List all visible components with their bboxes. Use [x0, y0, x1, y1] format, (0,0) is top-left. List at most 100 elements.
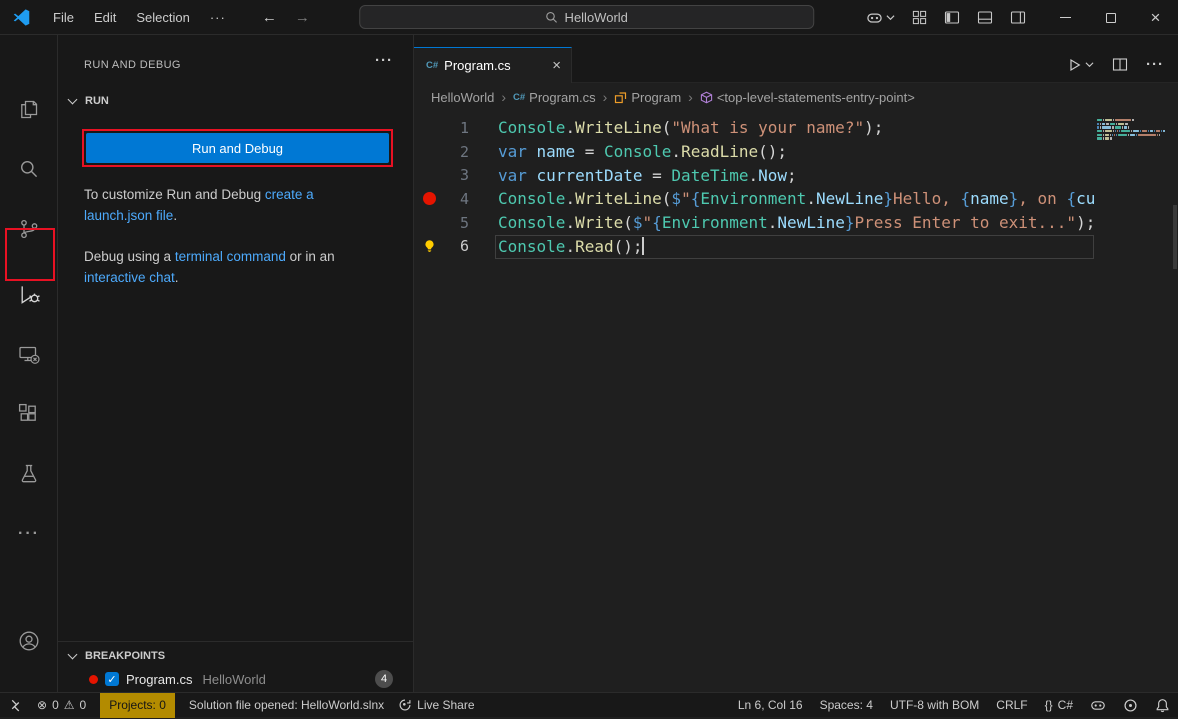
menu-file[interactable]: File: [43, 6, 84, 29]
minimap[interactable]: [1097, 119, 1169, 141]
breadcrumb-class[interactable]: Program: [614, 90, 681, 105]
layout-grid-icon: [912, 10, 927, 25]
nav-forward-icon[interactable]: →: [295, 9, 310, 26]
gutter-6[interactable]: [419, 239, 439, 253]
tab-close-icon[interactable]: ×: [552, 58, 561, 73]
problems-indicator[interactable]: ⊗ 0 ⚠ 0: [37, 693, 86, 718]
encoding[interactable]: UTF-8 with BOM: [890, 693, 979, 718]
tab-program-cs[interactable]: C# Program.cs ×: [414, 47, 572, 83]
live-share-status[interactable]: Live Share: [398, 693, 474, 718]
minimap-token: [1118, 134, 1127, 136]
cursor-position[interactable]: Ln 6, Col 16: [738, 693, 803, 718]
line-number: 5: [439, 214, 469, 232]
gutter-4[interactable]: [419, 192, 439, 205]
sidebar-item-explorer[interactable]: [0, 91, 58, 127]
csharp-devkit-status[interactable]: [1123, 693, 1138, 718]
breakpoint-list-item[interactable]: ✓ Program.cs HelloWorld 4: [58, 667, 413, 691]
csharp-file-icon: C#: [426, 60, 438, 71]
code-text: Console.Write($"{Environment.NewLine}Pre…: [498, 213, 1095, 232]
split-editor-button[interactable]: [1112, 57, 1128, 72]
minimap-token: [1113, 130, 1114, 132]
code-line-2[interactable]: 2var name = Console.ReadLine();: [414, 140, 1097, 164]
solution-status[interactable]: Solution file opened: HelloWorld.slnx: [189, 693, 384, 718]
hint-text: .: [173, 208, 177, 223]
code-line-3[interactable]: 3var currentDate = DateTime.Now;: [414, 163, 1097, 187]
breadcrumb-entry-point[interactable]: <top-level-statements-entry-point>: [700, 90, 915, 105]
language-mode[interactable]: {} C#: [1045, 693, 1073, 718]
code-lines: 1Console.WriteLine("What is your name?")…: [414, 116, 1097, 258]
eol-sequence[interactable]: CRLF: [996, 693, 1027, 718]
remote-indicator[interactable]: [8, 693, 23, 718]
token: );: [864, 118, 883, 137]
notifications-bell[interactable]: [1155, 693, 1170, 718]
code-editor[interactable]: 1Console.WriteLine("What is your name?")…: [414, 111, 1097, 692]
menu-edit[interactable]: Edit: [84, 6, 126, 29]
customize-layout-button[interactable]: [912, 10, 927, 25]
code-line-5[interactable]: 5 Console.Write($"{Environment.NewLine}Pr…: [414, 211, 1097, 235]
minimap-token: [1156, 130, 1160, 132]
token: NewLine: [816, 189, 883, 208]
indentation[interactable]: Spaces: 4: [820, 693, 873, 718]
maximize-button[interactable]: [1088, 0, 1133, 35]
sidebar-item-remote-explorer[interactable]: [0, 336, 58, 372]
run-and-debug-button[interactable]: Run and Debug: [86, 133, 389, 163]
explorer-icon: [17, 97, 41, 121]
close-icon: ×: [1151, 9, 1161, 26]
code-text: Console.WriteLine("What is your name?");: [498, 118, 883, 137]
toggle-sidebar-right-button[interactable]: [1010, 10, 1026, 25]
token: Press Enter to exit...: [855, 213, 1067, 232]
breadcrumb-folder[interactable]: HelloWorld: [431, 90, 494, 105]
breadcrumb-file[interactable]: C# Program.cs: [513, 90, 596, 105]
nav-back-icon[interactable]: ←: [262, 9, 277, 26]
menu-more[interactable]: ···: [200, 6, 236, 29]
toggle-sidebar-left-button[interactable]: [944, 10, 960, 25]
minimize-button[interactable]: [1043, 0, 1088, 35]
account-button[interactable]: [0, 623, 58, 659]
minimize-icon: [1060, 17, 1071, 18]
command-center-search[interactable]: HelloWorld: [359, 5, 814, 29]
minimap-token: [1103, 137, 1104, 139]
sidebar-item-source-control[interactable]: [0, 211, 58, 247]
activity-bar-more[interactable]: ···: [0, 516, 58, 552]
vscode-logo-svg: [12, 8, 31, 27]
scrollbar-thumb[interactable]: [1173, 205, 1177, 269]
token: .: [565, 189, 575, 208]
token: );: [1076, 213, 1095, 232]
minimap-token: [1119, 130, 1120, 132]
minimap-line: [1097, 123, 1169, 125]
sidebar-item-run-and-debug[interactable]: [0, 276, 58, 312]
toggle-panel-bottom-button[interactable]: [977, 10, 993, 25]
bell-icon: [1155, 698, 1170, 713]
copilot-status-icon: [1090, 697, 1106, 713]
line-number: 3: [439, 166, 469, 184]
close-button[interactable]: ×: [1133, 0, 1178, 35]
interactive-chat-link[interactable]: interactive chat: [84, 270, 175, 285]
projects-status[interactable]: Projects: 0: [100, 693, 175, 718]
sidebar-item-testing[interactable]: [0, 456, 58, 492]
code-line-1[interactable]: 1Console.WriteLine("What is your name?")…: [414, 116, 1097, 140]
token: Console: [498, 189, 565, 208]
sidebar-item-extensions[interactable]: [0, 396, 58, 432]
sidebar-item-search[interactable]: [0, 151, 58, 187]
breadcrumb-label: Program: [631, 90, 681, 105]
token: Console: [498, 118, 565, 137]
run-file-button[interactable]: [1066, 57, 1094, 73]
panel-more-actions[interactable]: ···: [375, 52, 393, 69]
minimap-token: [1117, 130, 1118, 132]
code-line-4[interactable]: 4Console.WriteLine($"{Environment.NewLin…: [414, 187, 1097, 211]
minimap-token: [1116, 123, 1117, 125]
token: .: [806, 189, 816, 208]
editor-more-actions[interactable]: ···: [1146, 56, 1164, 73]
menu-selection[interactable]: Selection: [126, 6, 199, 29]
token: }: [883, 189, 893, 208]
breakpoint-checkbox[interactable]: ✓: [105, 672, 119, 686]
code-line-6[interactable]: 6Console.Read();: [414, 234, 1097, 258]
minimap-token: [1115, 126, 1121, 128]
terminal-command-link[interactable]: terminal command: [175, 249, 286, 264]
token: [527, 166, 537, 185]
code-text: Console.WriteLine($"{Environment.NewLine…: [498, 189, 1095, 208]
run-section-header[interactable]: RUN: [69, 95, 109, 107]
breakpoints-section-header[interactable]: BREAKPOINTS: [58, 641, 413, 662]
copilot-button[interactable]: [866, 9, 895, 26]
copilot-status[interactable]: [1090, 693, 1106, 718]
